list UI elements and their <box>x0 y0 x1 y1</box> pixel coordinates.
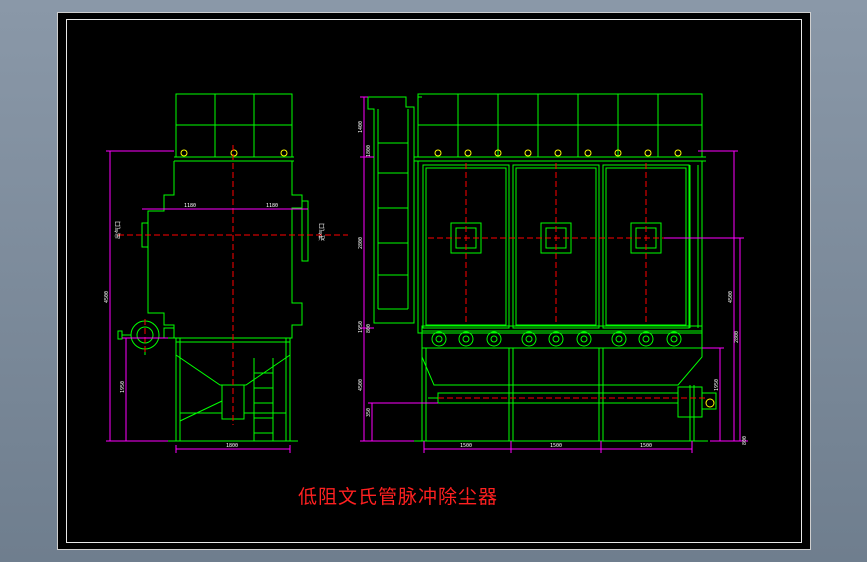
front-dim-5: 800 <box>366 324 372 333</box>
cad-drawing: 出气口 进气口 1180 1180 4500 1950 1800 1400 18… <box>104 93 748 453</box>
front-dim-3: 2800 <box>358 237 364 249</box>
inlet-label: 进气口 <box>318 223 326 241</box>
front-dim-right-4: 800 <box>742 436 748 445</box>
centerlines <box>118 145 708 425</box>
front-dim-right-1: 4500 <box>728 291 734 303</box>
front-bay-width-3: 1500 <box>640 443 652 449</box>
front-hoppers <box>421 347 703 386</box>
nozzles <box>180 149 715 408</box>
side-dim-support-height: 1950 <box>120 381 126 393</box>
side-view <box>117 93 309 442</box>
front-dim-7: 350 <box>366 408 372 417</box>
front-pulse-valves <box>431 331 682 347</box>
outlet-label: 出气口 <box>114 221 122 239</box>
cad-viewport[interactable]: 出气口 进气口 1180 1180 4500 1950 1800 1400 18… <box>57 12 811 550</box>
dimension-lines <box>106 96 748 453</box>
front-view <box>367 93 717 442</box>
front-bay-width-1: 1500 <box>460 443 472 449</box>
side-dim-left: 1180 <box>184 203 196 209</box>
side-pulse-valve <box>130 320 160 350</box>
side-dim-total-height: 4500 <box>104 291 110 303</box>
side-dim-right: 1180 <box>266 203 278 209</box>
front-dim-right-2: 2800 <box>734 331 740 343</box>
side-dim-width: 1800 <box>226 443 238 449</box>
front-dim-2: 1800 <box>366 145 372 157</box>
front-dim-6: 4500 <box>358 379 364 391</box>
drawing-title: 低阻文氏管脉冲除尘器 <box>298 486 499 508</box>
side-inlet-flange <box>301 200 309 262</box>
front-dim-4: 1950 <box>358 321 364 333</box>
front-dim-1: 1400 <box>358 121 364 133</box>
front-housing <box>417 160 703 334</box>
side-view-labels: 出气口 进气口 1180 1180 4500 1950 1800 <box>104 203 326 449</box>
front-ladder-cage <box>367 96 415 324</box>
side-body <box>147 161 303 339</box>
front-bay-width-2: 1500 <box>550 443 562 449</box>
front-dim-right-3: 1950 <box>714 379 720 391</box>
